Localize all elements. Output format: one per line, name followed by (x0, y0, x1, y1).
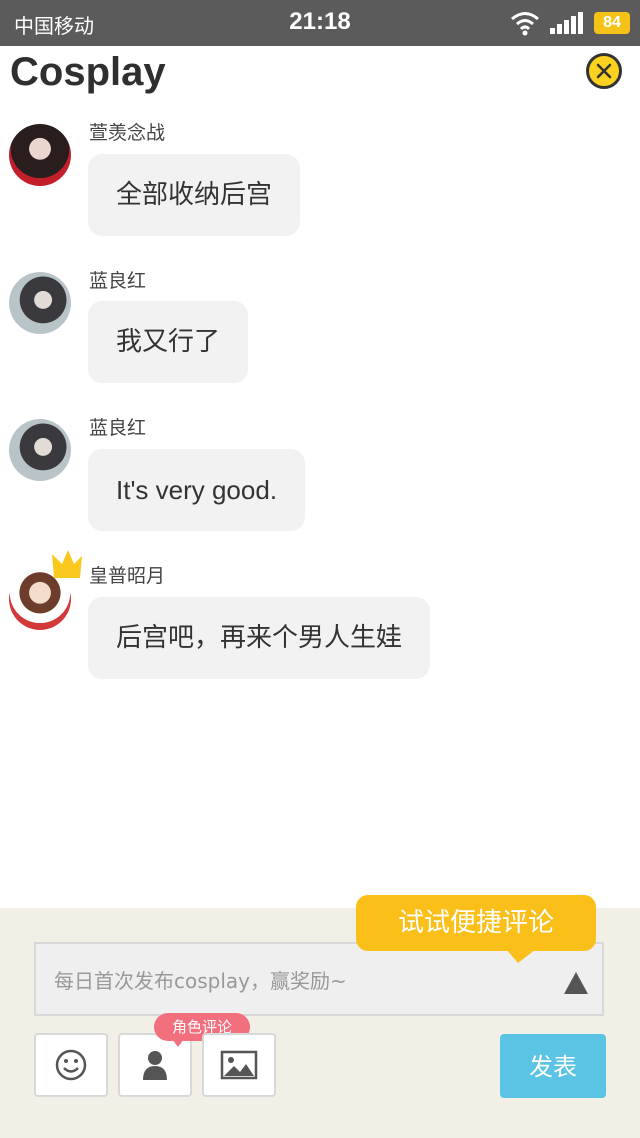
expand-triangle-icon[interactable] (564, 972, 588, 994)
send-button[interactable]: 发表 (500, 1034, 606, 1098)
image-icon (220, 1050, 258, 1080)
wifi-icon (511, 12, 539, 36)
avatar[interactable] (9, 124, 71, 186)
comment-username[interactable]: 蓝良红 (89, 266, 146, 293)
image-button[interactable] (202, 1033, 276, 1097)
smiley-icon (55, 1049, 87, 1081)
person-icon (143, 1051, 167, 1080)
close-button[interactable] (586, 53, 622, 89)
comment-username[interactable]: 蓝良红 (89, 413, 146, 440)
comment-bubble[interactable]: 全部收纳后宫 (88, 154, 301, 236)
quick-comment-tip[interactable]: 试试便捷评论 (356, 895, 596, 963)
comment-username[interactable]: 皇普昭月 (89, 561, 165, 588)
battery-indicator: 84 (594, 12, 630, 34)
status-bar: 中国移动 21:18 84 (0, 0, 640, 46)
comment-bubble[interactable]: 后宫吧，再来个男人生娃 (88, 597, 431, 679)
comment-input[interactable] (52, 962, 536, 1000)
crown-icon (52, 550, 82, 578)
avatar[interactable] (9, 272, 71, 334)
avatar[interactable] (9, 419, 71, 481)
page-title: Cosplay (10, 50, 166, 94)
comment-bubble[interactable]: It's very good. (88, 449, 306, 531)
signal-icon (550, 12, 583, 34)
emoji-button[interactable] (34, 1033, 108, 1097)
comment-username[interactable]: 萱羡念战 (89, 118, 165, 145)
clock: 21:18 (289, 8, 351, 35)
comment-bubble[interactable]: 我又行了 (88, 301, 249, 383)
close-icon (596, 63, 612, 79)
